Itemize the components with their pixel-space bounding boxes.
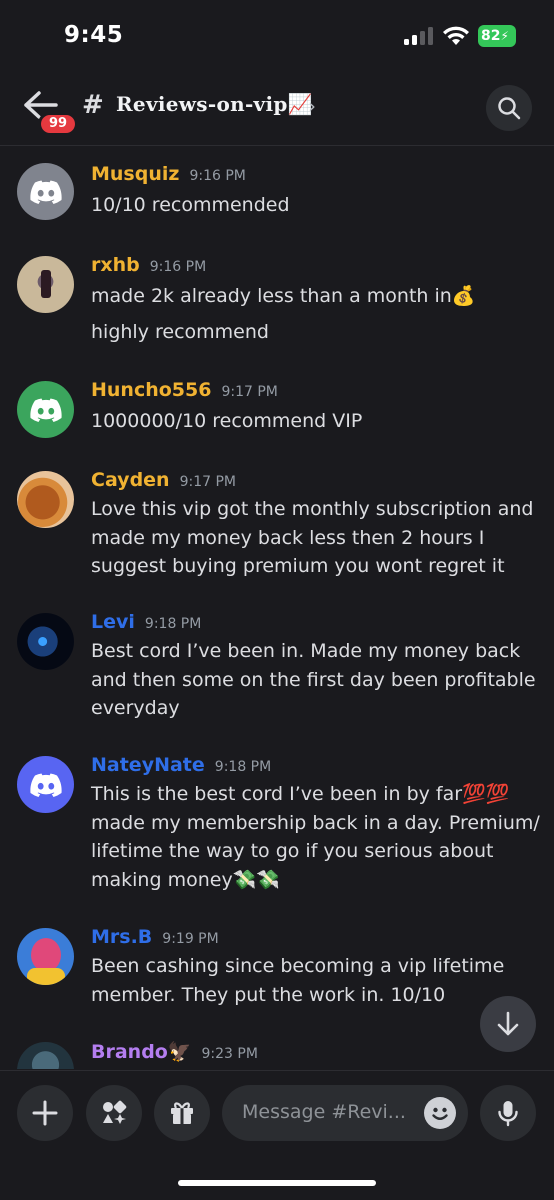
search-button[interactable] (486, 85, 532, 131)
emoji-button[interactable] (424, 1097, 456, 1129)
battery-level: 82 (481, 28, 501, 44)
message-input[interactable]: Message #Revi... (222, 1085, 468, 1141)
timestamp: 9:18 PM (144, 616, 202, 632)
battery-indicator: 82⚡ (478, 25, 516, 47)
username[interactable]: NateyNate (91, 754, 205, 776)
plus-icon (32, 1100, 58, 1126)
message-text: This is the best cord I’ve been in by fa… (91, 783, 540, 891)
message-text: Love this vip got the monthly subscripti… (91, 498, 534, 577)
discord-logo-icon (29, 773, 62, 797)
message-text: highly recommend (91, 321, 269, 343)
avatar[interactable] (17, 928, 74, 985)
channel-header: 99 # Reviews-on-vip📈 › (0, 72, 554, 146)
message-text: 1000000/10 recommend VIP (91, 410, 363, 432)
avatar[interactable] (17, 163, 74, 220)
channel-hash-icon: # (82, 90, 104, 120)
apps-button[interactable] (86, 1085, 142, 1141)
username[interactable]: Brando🦅 (91, 1041, 192, 1063)
discord-logo-icon (29, 398, 62, 422)
avatar[interactable] (17, 381, 74, 438)
timestamp: 9:16 PM (149, 259, 207, 275)
timestamp: 9:16 PM (189, 168, 246, 184)
chevron-right-icon[interactable]: › (308, 94, 316, 118)
timestamp: 9:19 PM (162, 931, 219, 947)
message-text: 10/10 recommended (91, 194, 290, 216)
message-list[interactable]: Musquiz 9:16 PM 10/10 recommended rxhb 9:1… (0, 147, 554, 1069)
jump-to-bottom-button[interactable] (480, 996, 536, 1052)
avatar[interactable] (17, 756, 74, 813)
message-input-placeholder: Message #Revi... (242, 1101, 406, 1123)
username[interactable]: Cayden (91, 469, 170, 491)
username[interactable]: Levi (91, 611, 135, 633)
avatar[interactable] (17, 613, 74, 670)
avatar-figure (27, 968, 65, 985)
timestamp: 9:23 PM (201, 1046, 258, 1062)
username[interactable]: rxhb (91, 254, 140, 276)
microphone-icon (498, 1101, 518, 1127)
message-text: Been cashing since becoming a vip lifeti… (91, 955, 505, 1006)
message-text: made 2k already less than a month in💰 (91, 285, 476, 307)
avatar-figure (41, 270, 51, 298)
clock: 9:45 (64, 22, 124, 48)
timestamp: 9:18 PM (214, 759, 272, 775)
status-bar: 9:45 82⚡ (0, 0, 554, 72)
home-indicator[interactable] (178, 1180, 376, 1186)
smiley-face-icon (432, 1107, 448, 1120)
timestamp: 9:17 PM (179, 474, 237, 490)
wifi-icon (443, 26, 469, 45)
discord-logo-icon (29, 180, 62, 204)
avatar[interactable] (17, 1042, 74, 1069)
arrow-down-icon (497, 1011, 519, 1036)
message-text: Best cord I’ve been in. Made my money ba… (91, 640, 536, 719)
avatar[interactable] (17, 471, 74, 528)
add-attachment-button[interactable] (17, 1085, 73, 1141)
unread-badge: 99 (38, 112, 78, 136)
username[interactable]: Mrs.B (91, 926, 152, 948)
channel-name[interactable]: Reviews-on-vip📈 (116, 92, 313, 116)
gift-icon (171, 1102, 193, 1124)
username[interactable]: Musquiz (91, 163, 179, 185)
gift-button[interactable] (154, 1085, 210, 1141)
cellular-signal-icon (404, 27, 434, 45)
avatar[interactable] (17, 256, 74, 313)
search-icon (498, 97, 521, 120)
username[interactable]: Huncho556 (91, 379, 211, 401)
charging-icon: ⚡ (500, 29, 509, 43)
timestamp: 9:17 PM (221, 384, 278, 400)
apps-icon (103, 1100, 127, 1124)
voice-message-button[interactable] (480, 1085, 536, 1141)
avatar-figure (31, 938, 61, 972)
